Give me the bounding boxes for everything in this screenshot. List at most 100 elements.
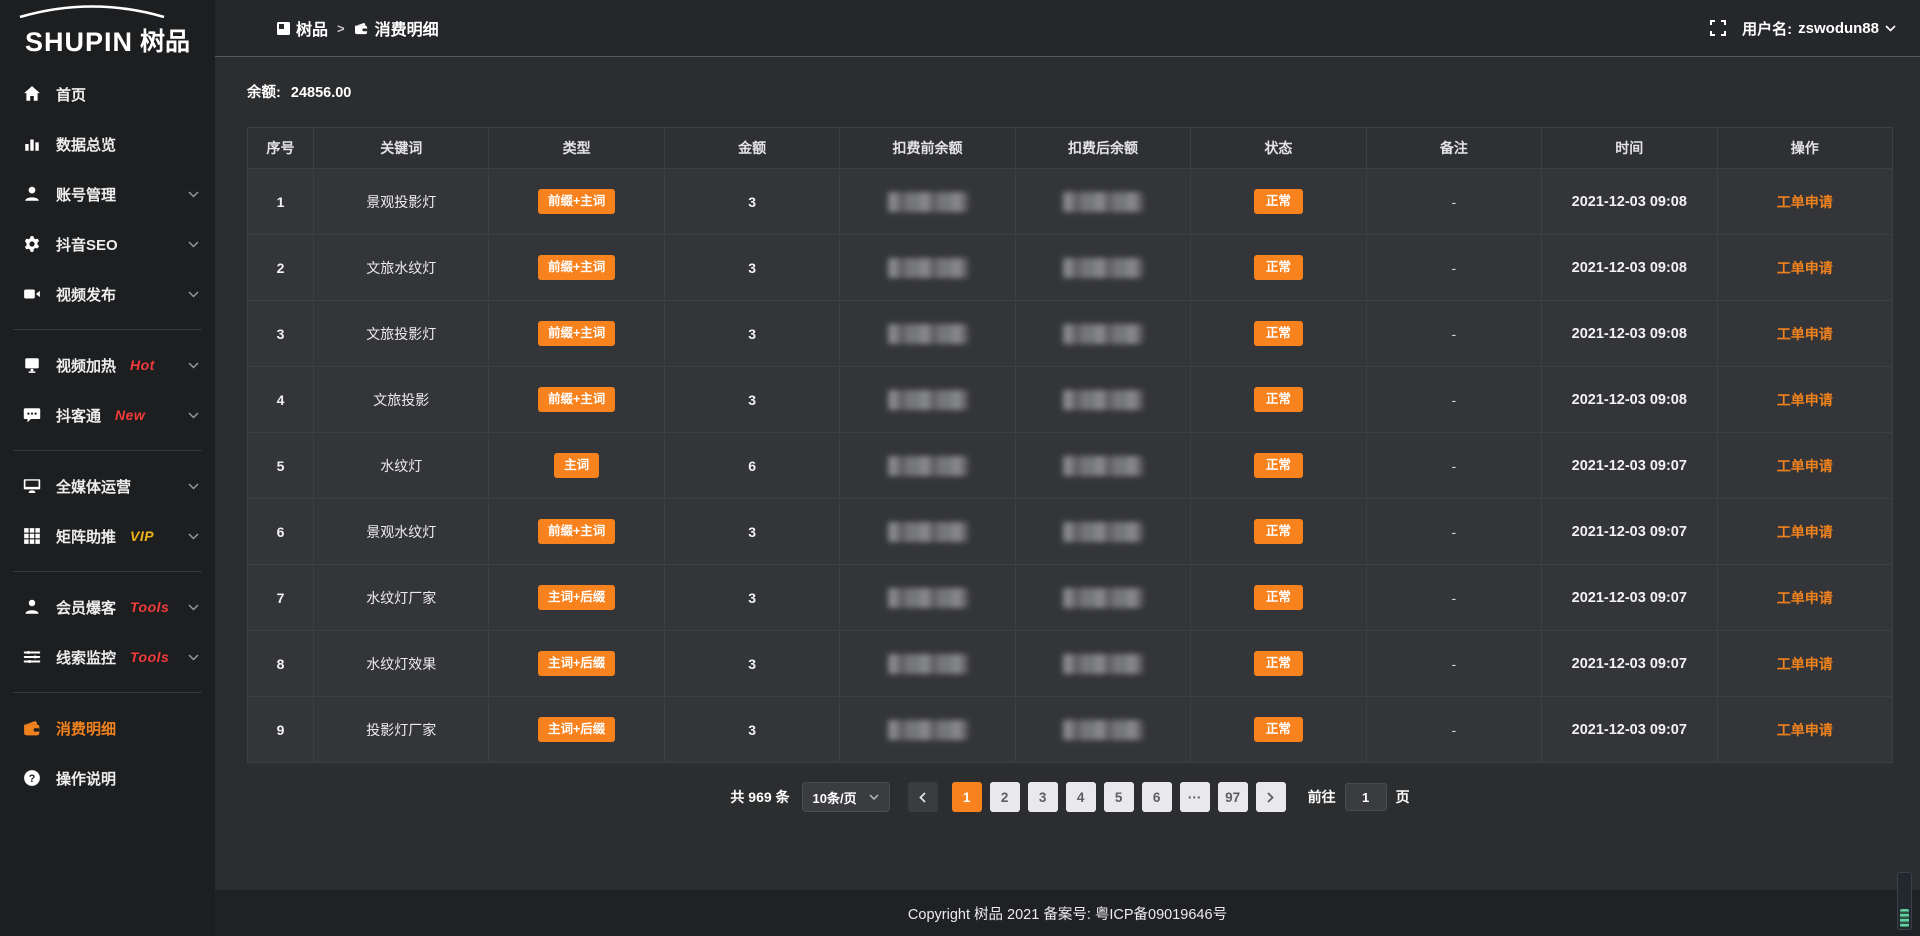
sidebar-divider bbox=[13, 571, 202, 572]
masked-value bbox=[1063, 654, 1143, 674]
row-index-cell: 7 bbox=[248, 565, 314, 630]
sidebar-item-grid[interactable]: 矩阵助推VIP bbox=[0, 516, 215, 556]
type-cell: 前缀+主词 bbox=[489, 367, 664, 432]
type-cell: 前缀+主词 bbox=[489, 499, 664, 564]
page-button-5[interactable]: 5 bbox=[1104, 782, 1134, 812]
sidebar-item-video[interactable]: 视频发布 bbox=[0, 274, 215, 314]
copyright-text: Copyright 树品 2021 备案号: 粤ICP备09019646号 bbox=[908, 903, 1227, 924]
work-order-link[interactable]: 工单申请 bbox=[1777, 258, 1833, 278]
table-row: 9投影灯厂家主词+后缀3正常-2021-12-03 09:07工单申请 bbox=[248, 696, 1892, 762]
balance-before-cell bbox=[840, 301, 1015, 366]
page-button-3[interactable]: 3 bbox=[1028, 782, 1058, 812]
work-order-link[interactable]: 工单申请 bbox=[1777, 522, 1833, 542]
action-cell: 工单申请 bbox=[1718, 235, 1892, 300]
screen-icon bbox=[22, 355, 42, 375]
chat-icon bbox=[22, 405, 42, 425]
page-button-2[interactable]: 2 bbox=[990, 782, 1020, 812]
balance-after-cell bbox=[1016, 697, 1191, 762]
work-order-link[interactable]: 工单申请 bbox=[1777, 390, 1833, 410]
amount-cell: 3 bbox=[665, 235, 840, 300]
keyword-cell: 文旅投影 bbox=[314, 367, 489, 432]
chevron-down-icon bbox=[188, 533, 199, 540]
masked-value bbox=[888, 522, 968, 542]
sidebar-item-label: 首页 bbox=[56, 84, 86, 105]
sidebar-item-label: 会员爆客 bbox=[56, 597, 116, 618]
remark-text: - bbox=[1452, 392, 1457, 408]
work-order-link[interactable]: 工单申请 bbox=[1777, 720, 1833, 740]
sidebar-item-wallet[interactable]: 消费明细 bbox=[0, 708, 215, 748]
prev-page-button[interactable] bbox=[908, 782, 938, 812]
scrollbar-widget[interactable] bbox=[1897, 872, 1912, 930]
page-button-97[interactable]: 97 bbox=[1218, 782, 1248, 812]
masked-value bbox=[888, 192, 968, 212]
sidebar-item-label: 消费明细 bbox=[56, 718, 116, 739]
sidebar-item-gear[interactable]: 抖音SEO bbox=[0, 224, 215, 264]
type-cell: 主词 bbox=[489, 433, 664, 498]
sidebar-item-monitor[interactable]: 全媒体运营 bbox=[0, 466, 215, 506]
grid-icon bbox=[22, 526, 42, 546]
work-order-link[interactable]: 工单申请 bbox=[1777, 324, 1833, 344]
column-header: 类型 bbox=[489, 128, 664, 168]
row-index-cell: 9 bbox=[248, 697, 314, 762]
status-badge: 正常 bbox=[1254, 651, 1303, 676]
sidebar-item-sliders[interactable]: 线索监控 Tools bbox=[0, 637, 215, 677]
sidebar-item-question[interactable]: ?操作说明 bbox=[0, 758, 215, 798]
more-pages-button[interactable]: ··· bbox=[1180, 782, 1210, 812]
user-dropdown[interactable]: 用户名: zswodun88 bbox=[1742, 18, 1896, 39]
breadcrumb-item-home[interactable]: 树品 bbox=[277, 16, 328, 40]
balance-after-cell bbox=[1016, 301, 1191, 366]
status-cell: 正常 bbox=[1191, 631, 1366, 696]
action-cell: 工单申请 bbox=[1718, 631, 1892, 696]
breadcrumb-item-current[interactable]: 消费明细 bbox=[354, 16, 439, 40]
app-logo[interactable]: SHUPIN 树品 bbox=[0, 0, 215, 58]
work-order-link[interactable]: 工单申请 bbox=[1777, 192, 1833, 212]
fullscreen-icon[interactable] bbox=[1710, 20, 1726, 36]
member-icon bbox=[22, 597, 42, 617]
page-button-4[interactable]: 4 bbox=[1066, 782, 1096, 812]
sidebar-item-user[interactable]: 账号管理 bbox=[0, 174, 215, 214]
sidebar-item-label: 全媒体运营 bbox=[56, 476, 131, 497]
home-icon bbox=[22, 84, 42, 104]
row-index-cell: 1 bbox=[248, 169, 314, 234]
status-cell: 正常 bbox=[1191, 433, 1366, 498]
page-size-select[interactable]: 10条/页 bbox=[802, 782, 890, 812]
status-badge: 正常 bbox=[1254, 519, 1303, 544]
keyword-cell: 水纹灯厂家 bbox=[314, 565, 489, 630]
time-text: 2021-12-03 09:08 bbox=[1572, 194, 1687, 210]
sidebar-item-bar-chart[interactable]: 数据总览 bbox=[0, 124, 215, 164]
sidebar-item-screen[interactable]: 视频加热Hot bbox=[0, 345, 215, 385]
time-cell: 2021-12-03 09:07 bbox=[1542, 565, 1717, 630]
page-button-1[interactable]: 1 bbox=[952, 782, 982, 812]
keyword-cell: 投影灯厂家 bbox=[314, 697, 489, 762]
amount-value: 3 bbox=[748, 194, 756, 210]
page-button-6[interactable]: 6 bbox=[1142, 782, 1172, 812]
status-badge: 正常 bbox=[1254, 321, 1303, 346]
sidebar-item-member[interactable]: 会员爆客Tools bbox=[0, 587, 215, 627]
sidebar-item-badge: Tools bbox=[130, 649, 169, 665]
remark-text: - bbox=[1452, 326, 1457, 342]
type-badge: 主词+后缀 bbox=[538, 717, 615, 742]
work-order-link[interactable]: 工单申请 bbox=[1777, 456, 1833, 476]
sidebar-item-label: 线索监控 bbox=[56, 647, 116, 668]
keyword-text: 文旅水纹灯 bbox=[366, 258, 436, 278]
balance-after-cell bbox=[1016, 631, 1191, 696]
masked-value bbox=[1063, 720, 1143, 740]
logo-arc bbox=[16, 4, 168, 18]
amount-value: 6 bbox=[748, 458, 756, 474]
sidebar-item-label: 矩阵助推 bbox=[56, 526, 116, 547]
next-page-button[interactable] bbox=[1256, 782, 1286, 812]
masked-value bbox=[888, 258, 968, 278]
work-order-link[interactable]: 工单申请 bbox=[1777, 588, 1833, 608]
work-order-link[interactable]: 工单申请 bbox=[1777, 654, 1833, 674]
sidebar-item-home[interactable]: 首页 bbox=[0, 74, 215, 114]
remark-cell: - bbox=[1367, 367, 1542, 432]
balance-summary: 余额: 24856.00 bbox=[247, 81, 1893, 102]
sidebar-menu: 首页数据总览账号管理抖音SEO 视频发布视频加热Hot 抖客通New 全媒体运营矩阵助… bbox=[0, 58, 215, 798]
goto-page-input[interactable]: 1 bbox=[1345, 783, 1387, 811]
table-row: 7水纹灯厂家主词+后缀3正常-2021-12-03 09:07工单申请 bbox=[248, 564, 1892, 630]
chevron-down-icon bbox=[188, 483, 199, 490]
balance-before-cell bbox=[840, 367, 1015, 432]
keyword-cell: 文旅投影灯 bbox=[314, 301, 489, 366]
sidebar-item-label: 视频发布 bbox=[56, 284, 116, 305]
sidebar-item-chat[interactable]: 抖客通New bbox=[0, 395, 215, 435]
